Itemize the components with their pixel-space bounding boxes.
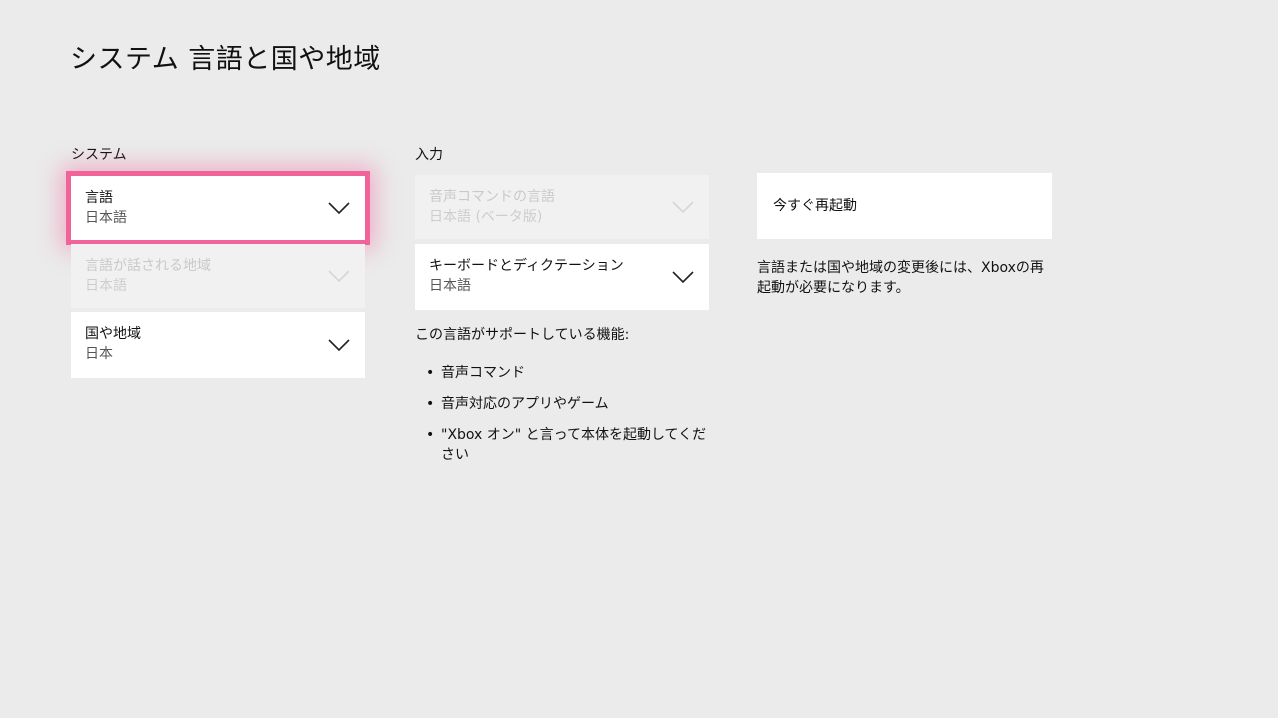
keyboard-dictation-value: 日本語 [429, 278, 471, 294]
chevron-down-icon [328, 202, 350, 215]
input-section-label: 入力 [415, 147, 443, 163]
restart-now-button[interactable]: 今すぐ再起動 [757, 173, 1052, 239]
country-region-dropdown[interactable]: 国や地域 日本 [71, 312, 365, 378]
chevron-down-icon [672, 201, 694, 214]
keyboard-dictation-label: キーボードとディクテーション [429, 258, 624, 274]
country-region-dropdown-label: 国や地域 [85, 326, 141, 342]
bullet: • [426, 365, 435, 381]
chevron-down-icon [328, 270, 350, 283]
feature-text: 音声対応のアプリやゲーム [441, 396, 609, 412]
restart-note: 言語または国や地域の変更後には、Xboxの再起動が必要になります。 [757, 260, 1044, 296]
list-item: • 音声対応のアプリやゲーム [415, 394, 715, 414]
country-region-dropdown-value: 日本 [85, 346, 113, 362]
bullet: • [426, 427, 435, 443]
language-dropdown[interactable]: 言語 日本語 [71, 176, 365, 240]
feature-list: • 音声コマンド • 音声対応のアプリやゲーム • "Xbox オン" と言って本体を… [415, 363, 715, 476]
speech-region-dropdown-value: 日本語 [85, 278, 127, 294]
speech-region-dropdown: 言語が話される地域 日本語 [71, 244, 365, 308]
language-dropdown-label: 言語 [85, 190, 113, 206]
speech-region-dropdown-label: 言語が話される地域 [85, 258, 211, 274]
system-section-label: システム [71, 147, 127, 163]
voice-command-language-label: 音声コマンドの言語 [429, 189, 555, 205]
keyboard-dictation-dropdown[interactable]: キーボードとディクテーション 日本語 [415, 244, 709, 310]
feature-text: 音声コマンド [441, 365, 525, 381]
chevron-down-icon [672, 271, 694, 284]
bullet: • [426, 396, 435, 412]
voice-command-language-dropdown: 音声コマンドの言語 日本語 (ベータ版) [415, 175, 709, 239]
language-dropdown-value: 日本語 [85, 210, 127, 226]
page-title: システム 言語と国や地域 [70, 44, 381, 75]
chevron-down-icon [328, 339, 350, 352]
list-item: • "Xbox オン" と言って本体を起動してください [415, 425, 715, 465]
feature-text: "Xbox オン" と言って本体を起動してください [441, 427, 707, 463]
voice-command-language-value: 日本語 (ベータ版) [429, 209, 543, 225]
list-item: • 音声コマンド [415, 363, 715, 383]
features-heading: この言語がサポートしている機能: [415, 327, 630, 343]
